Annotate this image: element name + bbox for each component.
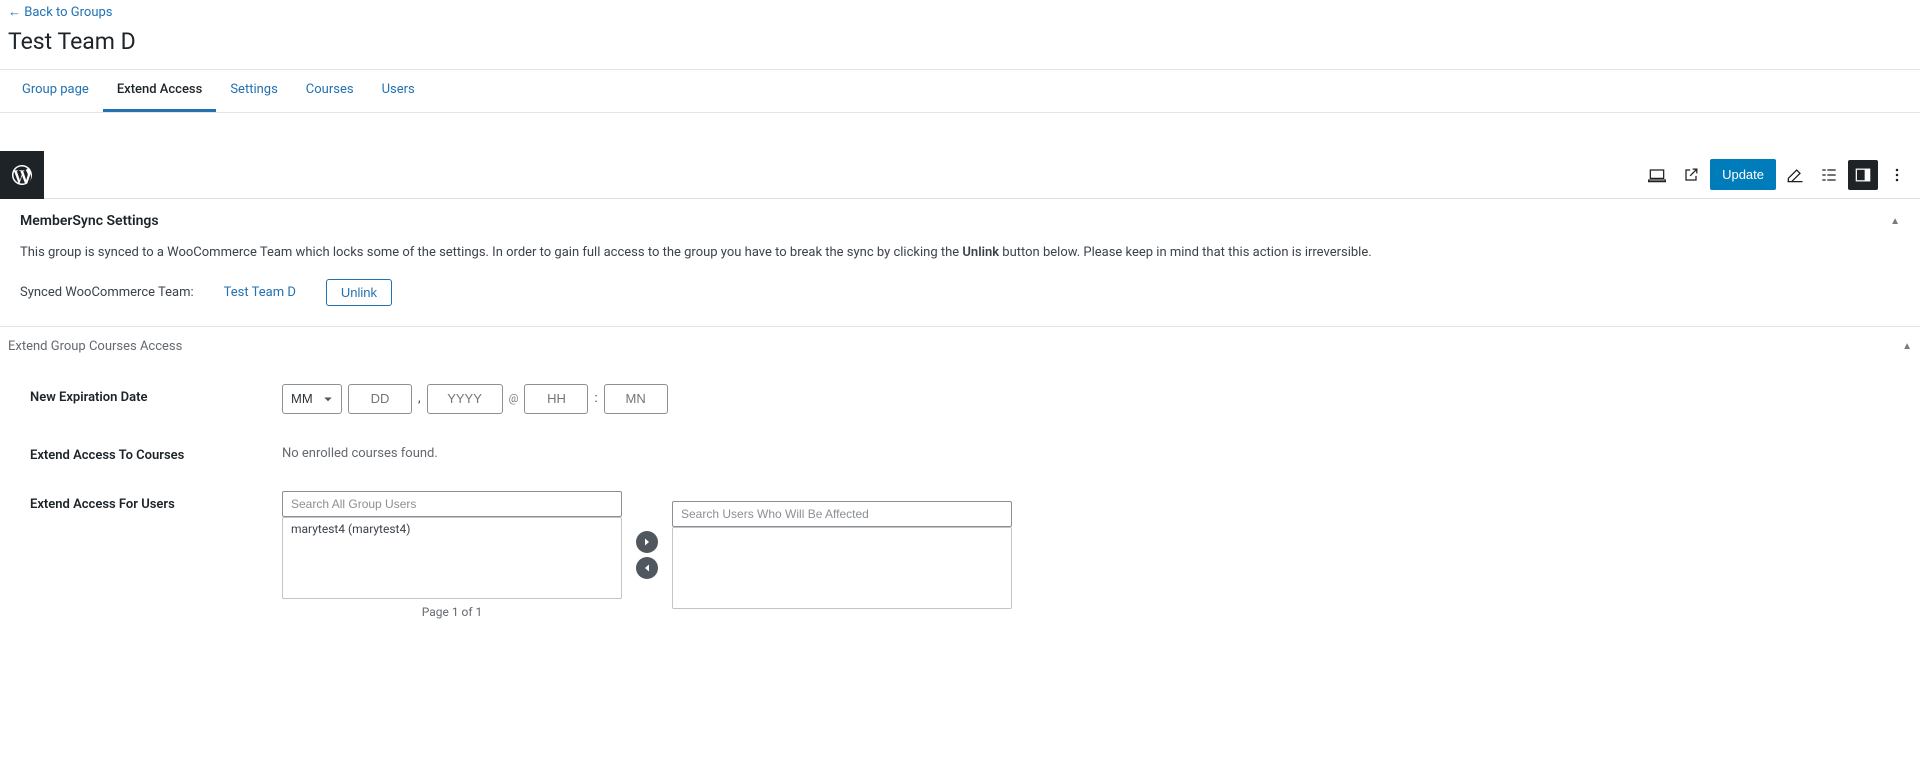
year-input[interactable] <box>427 384 503 414</box>
move-left-button[interactable] <box>636 557 658 579</box>
wordpress-icon <box>10 163 34 187</box>
update-button[interactable]: Update <box>1710 159 1776 190</box>
extend-users-label: Extend Access For Users <box>30 491 282 512</box>
membersync-section: MemberSync Settings ▲ This group is sync… <box>0 199 1920 327</box>
back-to-groups-link[interactable]: ← Back to Groups <box>8 5 113 20</box>
edit-icon <box>1785 165 1805 185</box>
pagination-text: Page 1 of 1 <box>282 599 622 619</box>
hour-input[interactable] <box>524 384 588 414</box>
laptop-icon <box>1647 165 1667 185</box>
tab-users[interactable]: Users <box>368 70 429 112</box>
tabs-nav: Group page Extend Access Settings Course… <box>0 69 1920 113</box>
search-affected-users-input[interactable] <box>672 501 1012 527</box>
sidebar-icon <box>1853 165 1873 185</box>
tab-group-page[interactable]: Group page <box>8 70 103 112</box>
edit-button[interactable] <box>1780 160 1810 190</box>
extend-title: Extend Group Courses Access <box>8 339 182 354</box>
device-preview-button[interactable] <box>1642 160 1672 190</box>
kebab-icon <box>1887 165 1907 185</box>
list-view-button[interactable] <box>1814 160 1844 190</box>
extend-courses-label: Extend Access To Courses <box>30 442 282 463</box>
collapse-toggle-extend[interactable]: ▲ <box>1902 341 1912 352</box>
search-all-users-input[interactable] <box>282 491 622 517</box>
extend-section: Extend Group Courses Access ▲ New Expira… <box>0 327 1920 667</box>
tab-extend-access[interactable]: Extend Access <box>103 70 217 112</box>
wp-toolbar: Update <box>0 151 1920 199</box>
settings-sidebar-button[interactable] <box>1848 160 1878 190</box>
synced-team-label: Synced WooCommerce Team: <box>20 285 194 300</box>
more-options-button[interactable] <box>1882 160 1912 190</box>
external-link-icon <box>1681 165 1701 185</box>
list-item[interactable]: marytest4 (marytest4) <box>283 518 621 540</box>
tab-settings[interactable]: Settings <box>216 70 291 112</box>
arrow-right-icon <box>641 536 653 548</box>
tab-courses[interactable]: Courses <box>292 70 368 112</box>
unlink-button[interactable]: Unlink <box>326 279 392 306</box>
date-comma: , <box>418 391 421 406</box>
month-select[interactable]: MM <box>282 384 342 414</box>
view-button[interactable] <box>1676 160 1706 190</box>
wp-logo[interactable] <box>0 151 44 199</box>
no-courses-text: No enrolled courses found. <box>282 442 1890 461</box>
affected-users-list[interactable] <box>672 527 1012 609</box>
arrow-left-icon <box>641 562 653 574</box>
synced-team-link[interactable]: Test Team D <box>224 285 296 300</box>
membersync-title: MemberSync Settings <box>20 213 159 229</box>
page-title: Test Team D <box>0 24 1920 69</box>
minute-input[interactable] <box>604 384 668 414</box>
day-input[interactable] <box>348 384 412 414</box>
sync-description: This group is synced to a WooCommerce Te… <box>20 239 1900 279</box>
list-icon <box>1819 165 1839 185</box>
date-colon: : <box>594 391 597 406</box>
new-expiration-label: New Expiration Date <box>30 384 282 405</box>
move-right-button[interactable] <box>636 531 658 553</box>
all-users-list[interactable]: marytest4 (marytest4) <box>282 517 622 599</box>
date-at: @ <box>509 392 519 405</box>
collapse-toggle[interactable]: ▲ <box>1890 216 1900 227</box>
